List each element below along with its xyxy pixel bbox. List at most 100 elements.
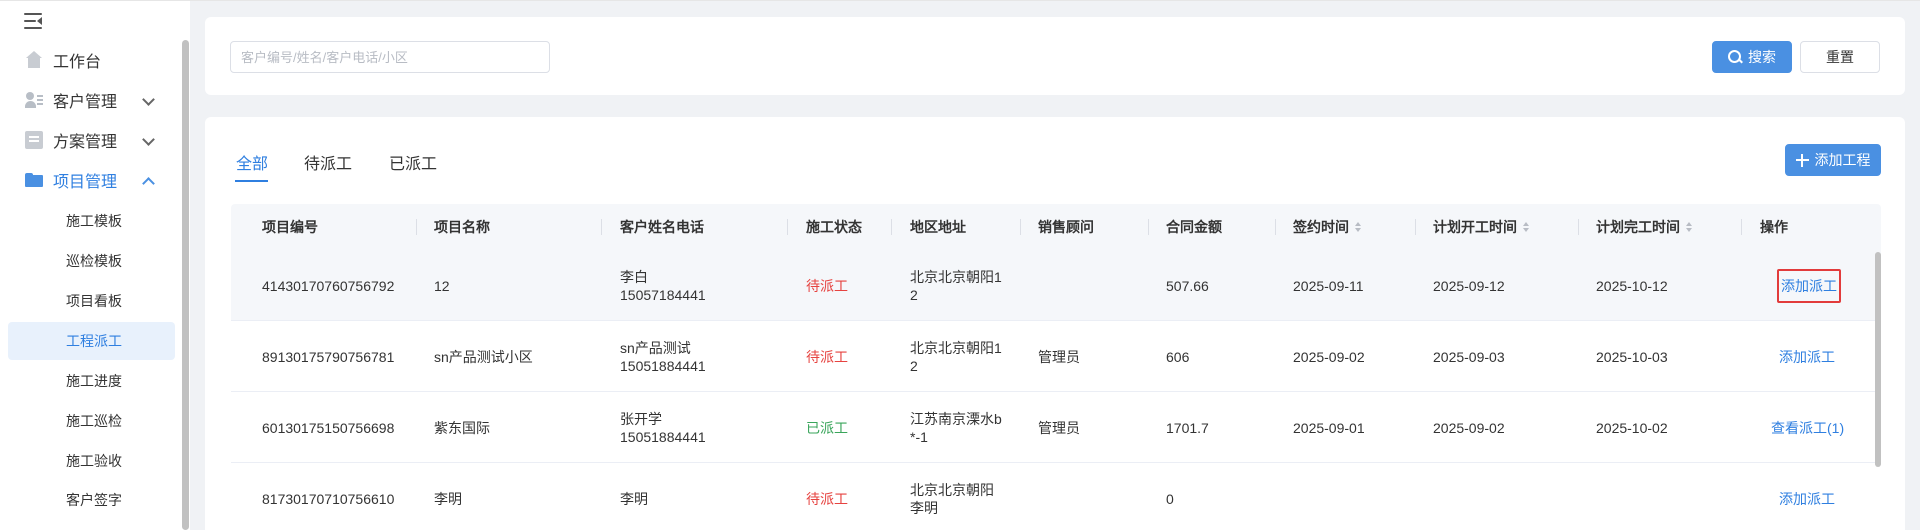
cell-status: 已派工 <box>806 419 848 436</box>
customer-name: 李白 <box>620 268 648 285</box>
sort-icon[interactable] <box>1355 221 1362 233</box>
sort-icon[interactable] <box>1523 221 1530 233</box>
search-button[interactable]: 搜索 <box>1712 41 1792 73</box>
plus-icon <box>1795 153 1809 167</box>
cell-customer: sn产品测试 15051884441 <box>620 321 706 392</box>
project-list-panel: 全部 待派工 已派工 添加工程 项目编号 项目名称 客户姓名电话 施工状态 地区… <box>205 117 1905 530</box>
address-line: 北京北京朝阳1 <box>910 268 1002 285</box>
tab-all[interactable]: 全部 <box>236 150 268 174</box>
cell-amount: 507.66 <box>1166 277 1209 294</box>
column-header-sales: 销售顾问 <box>1038 219 1094 235</box>
cell-sign-date: 2025-09-11 <box>1293 277 1364 294</box>
column-header-plan-start[interactable]: 计划开工时间 <box>1433 204 1530 250</box>
sidebar-scrollbar[interactable] <box>182 40 189 530</box>
cell-sign-date: 2025-09-02 <box>1293 348 1365 365</box>
cell-project-name: 紫东国际 <box>434 419 490 436</box>
cell-project-id: 89130175790756781 <box>262 348 395 365</box>
reset-button[interactable]: 重置 <box>1800 41 1880 73</box>
cell-sign-date: 2025-09-01 <box>1293 419 1365 436</box>
sub-item-customer-signature[interactable]: 客户签字 <box>8 481 175 519</box>
cell-actions: 添加派工 <box>1779 463 1835 530</box>
customer-name: sn产品测试 <box>620 339 691 356</box>
active-tab-indicator <box>235 180 268 182</box>
cell-plan-end: 2025-10-03 <box>1596 348 1668 365</box>
sub-item-construction-progress[interactable]: 施工进度 <box>8 362 175 400</box>
chevron-down-icon <box>142 133 155 146</box>
sub-item-construction-inspection[interactable]: 施工巡检 <box>8 402 175 440</box>
cell-actions: 查看派工(1) <box>1771 392 1844 463</box>
add-dispatch-link[interactable]: 添加派工 <box>1779 490 1835 508</box>
customer-phone: 15051884441 <box>620 428 706 445</box>
address-line: 2 <box>910 357 918 374</box>
nav-label: 客户管理 <box>53 94 118 111</box>
cell-customer: 李明 <box>620 490 648 507</box>
cell-project-id: 60130175150756698 <box>262 419 395 436</box>
column-label: 计划完工时间 <box>1596 219 1680 235</box>
address-line: 2 <box>910 286 918 303</box>
view-dispatch-link[interactable]: 查看派工(1) <box>1771 419 1844 437</box>
cell-plan-end: 2025-10-12 <box>1596 277 1668 294</box>
cell-address: 北京北京朝阳 李明 <box>910 463 994 530</box>
address-line: 北京北京朝阳1 <box>910 339 1002 356</box>
cell-sales: 管理员 <box>1038 419 1080 436</box>
project-table: 项目编号 项目名称 客户姓名电话 施工状态 地区地址 销售顾问 合同金额 签约时… <box>231 204 1881 530</box>
sub-item-project-dispatch[interactable]: 工程派工 <box>8 322 175 360</box>
sub-item-inspection-template[interactable]: 巡检模板 <box>8 242 175 280</box>
search-button-label: 搜索 <box>1748 49 1776 65</box>
column-header-actions: 操作 <box>1760 219 1788 235</box>
search-input[interactable] <box>230 41 550 73</box>
column-header-plan-end[interactable]: 计划完工时间 <box>1596 204 1693 250</box>
table-scrollbar[interactable] <box>1875 252 1881 467</box>
cell-address: 北京北京朝阳1 2 <box>910 321 1002 392</box>
cell-sales: 管理员 <box>1038 348 1080 365</box>
search-panel: 搜索 重置 <box>205 17 1905 95</box>
column-header-address: 地区地址 <box>910 219 966 235</box>
add-dispatch-link[interactable]: 添加派工 <box>1777 268 1841 303</box>
cell-project-name: sn产品测试小区 <box>434 348 533 365</box>
cell-customer: 李白 15057184441 <box>620 250 706 321</box>
sub-item-construction-acceptance[interactable]: 施工验收 <box>8 442 175 480</box>
cell-plan-start: 2025-09-12 <box>1433 277 1505 294</box>
menu-collapse-icon[interactable] <box>24 13 44 29</box>
cell-plan-start: 2025-09-03 <box>1433 348 1505 365</box>
sort-icon[interactable] <box>1686 221 1693 233</box>
chevron-down-icon <box>142 93 155 106</box>
table-row: 81730170710756610 李明 李明 待派工 北京北京朝阳 李明 0 添… <box>231 463 1881 530</box>
nav-item-project-management[interactable]: 项目管理 <box>0 162 175 198</box>
cell-plan-end: 2025-10-02 <box>1596 419 1668 436</box>
sidebar: 工作台 客户管理 方案管理 项目管理 施工模板 巡检模板 项目看板 工程派工 施… <box>0 0 1920 530</box>
column-header-project-id: 项目编号 <box>262 219 318 235</box>
cell-status: 待派工 <box>806 490 848 507</box>
customer-phone: 15057184441 <box>620 286 706 303</box>
column-header-amount: 合同金额 <box>1166 219 1222 235</box>
column-label: 签约时间 <box>1293 219 1349 235</box>
top-divider <box>0 0 1920 1</box>
tab-dispatched[interactable]: 已派工 <box>389 150 437 174</box>
cell-amount: 606 <box>1166 348 1190 365</box>
cell-address: 北京北京朝阳1 2 <box>910 250 1002 321</box>
cell-actions: 添加派工 <box>1779 321 1835 392</box>
customer-phone: 15051884441 <box>620 357 706 374</box>
cell-address: 江苏南京溧水b *-1 <box>910 392 1002 463</box>
customer-name: 张开学 <box>620 410 662 427</box>
sub-item-project-board[interactable]: 项目看板 <box>8 282 175 320</box>
address-line: *-1 <box>910 428 928 445</box>
sub-item-construction-template[interactable]: 施工模板 <box>8 202 175 240</box>
address-line: 北京北京朝阳 <box>910 481 994 498</box>
cell-actions: 添加派工 <box>1777 250 1841 321</box>
nav-item-plan-management[interactable]: 方案管理 <box>0 122 175 158</box>
nav-item-customer-management[interactable]: 客户管理 <box>0 82 175 118</box>
column-header-status: 施工状态 <box>806 219 862 235</box>
column-header-sign-date[interactable]: 签约时间 <box>1293 204 1362 250</box>
chevron-up-icon <box>142 177 155 190</box>
nav-item-workbench[interactable]: 工作台 <box>0 42 175 78</box>
add-project-button[interactable]: 添加工程 <box>1785 144 1881 176</box>
tab-pending-dispatch[interactable]: 待派工 <box>304 150 352 174</box>
add-dispatch-link[interactable]: 添加派工 <box>1779 348 1835 366</box>
cell-status: 待派工 <box>806 348 848 365</box>
search-icon <box>1728 50 1742 64</box>
cell-status: 待派工 <box>806 277 848 294</box>
table-row: 60130175150756698 紫东国际 张开学 15051884441 已派… <box>231 392 1881 463</box>
address-line: 李明 <box>910 499 938 516</box>
cell-amount: 1701.7 <box>1166 419 1209 436</box>
